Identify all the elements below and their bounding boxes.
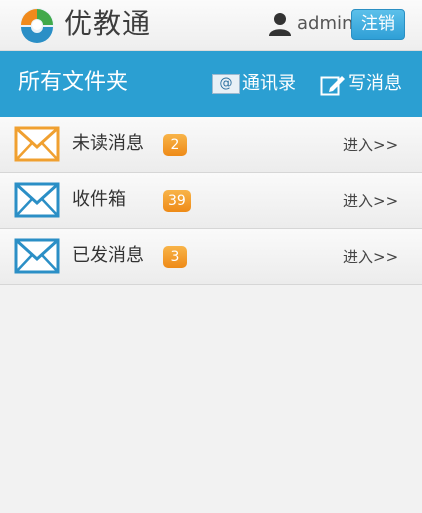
folder-label: 未读消息 <box>72 133 144 154</box>
app-logo-icon <box>20 8 54 43</box>
folder-label: 已发消息 <box>72 245 144 266</box>
envelope-icon <box>14 126 60 162</box>
address-book-icon-glyph: @ <box>219 76 233 91</box>
app-name: 优教通 <box>64 7 152 40</box>
username: admin <box>297 13 354 34</box>
enter-link[interactable]: 进入>> <box>343 134 398 156</box>
folder-row-sent[interactable]: 已发消息 3 进入>> <box>0 229 422 285</box>
envelope-icon <box>14 238 60 274</box>
contacts-label: 通讯录 <box>242 73 296 94</box>
folder-toolbar: 所有文件夹 @ 通讯录 写消息 <box>0 51 422 117</box>
compose-icon <box>320 76 345 96</box>
user-icon <box>269 13 291 36</box>
logout-button[interactable]: 注销 <box>351 9 405 40</box>
compose-label: 写消息 <box>348 73 402 94</box>
envelope-icon <box>14 182 60 218</box>
folder-row-inbox[interactable]: 收件箱 39 进入>> <box>0 173 422 229</box>
page-title: 所有文件夹 <box>18 70 129 95</box>
sent-count-badge: 3 <box>163 246 187 268</box>
unread-count-badge: 2 <box>163 134 187 156</box>
inbox-count-badge: 39 <box>163 190 191 212</box>
folder-list: 未读消息 2 进入>> 收件箱 39 进入>> 已发消息 3 进入>> <box>0 117 422 285</box>
enter-link[interactable]: 进入>> <box>343 246 398 268</box>
top-bar: 优教通 admin 注销 <box>0 0 422 51</box>
folder-label: 收件箱 <box>72 189 126 210</box>
enter-link[interactable]: 进入>> <box>343 190 398 212</box>
folder-row-unread[interactable]: 未读消息 2 进入>> <box>0 117 422 173</box>
address-book-icon: @ <box>212 74 240 94</box>
